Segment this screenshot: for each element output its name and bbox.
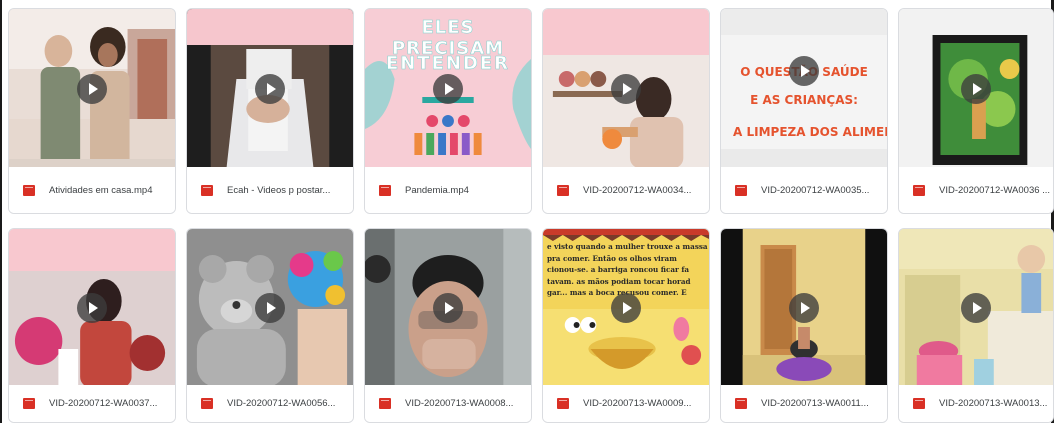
video-thumbnail <box>365 229 531 387</box>
file-card-wa0034[interactable]: VID-20200712-WA0034... <box>542 8 710 214</box>
file-card-wa0037[interactable]: VID-20200712-WA0037... <box>8 228 176 423</box>
play-icon[interactable] <box>611 293 641 323</box>
play-icon[interactable] <box>433 293 463 323</box>
file-name: VID-20200713-WA0011... <box>761 398 869 409</box>
video-file-icon <box>201 398 213 409</box>
file-meta: VID-20200712-WA0056... <box>187 385 353 422</box>
video-file-icon <box>379 398 391 409</box>
file-meta: VID-20200713-WA0013... <box>899 385 1053 422</box>
file-meta: VID-20200713-WA0008... <box>365 385 531 422</box>
video-file-icon <box>557 398 569 409</box>
play-icon[interactable] <box>611 73 641 104</box>
play-icon[interactable] <box>789 293 819 323</box>
file-name: Ecah - Videos p postar... <box>227 184 331 196</box>
file-name: VID-20200713-WA0009... <box>583 398 692 409</box>
video-file-icon <box>913 398 925 409</box>
video-thumbnail: O QUESTÃO SAÚDE E AS CRIANÇAS: A LIMPEZA… <box>721 9 887 168</box>
story-line: pra comer. Então os olhos viram <box>547 253 677 263</box>
file-name: Pandemia.mp4 <box>405 184 469 196</box>
file-meta: VID-20200712-WA0034... <box>543 167 709 213</box>
play-icon[interactable] <box>961 293 991 323</box>
file-meta: VID-20200713-WA0009... <box>543 385 709 422</box>
file-card-atividades[interactable]: Atividades em casa.mp4 <box>8 8 176 214</box>
video-thumbnail: ELES PRECISAM ENTENDER <box>365 9 531 168</box>
story-line: cionou-se. a barriga roncou ficar fa <box>547 265 690 274</box>
window-border-left <box>0 0 2 423</box>
file-meta: VID-20200712-WA0036 ... <box>899 167 1053 213</box>
file-card-wa0036[interactable]: VID-20200712-WA0036 ... <box>898 8 1054 214</box>
video-thumbnail <box>9 229 175 387</box>
file-meta: Pandemia.mp4 <box>365 167 531 213</box>
play-icon[interactable] <box>433 74 463 104</box>
video-file-icon <box>735 398 747 409</box>
story-line: tavam. as mãos podiam tocar horad <box>547 276 691 286</box>
file-meta: VID-20200713-WA0011... <box>721 385 887 422</box>
play-icon[interactable] <box>77 73 107 104</box>
video-thumbnail <box>187 9 353 168</box>
video-file-icon <box>913 184 925 196</box>
file-name: VID-20200713-WA0008... <box>405 398 514 409</box>
file-card-wa0035[interactable]: O QUESTÃO SAÚDE E AS CRIANÇAS: A LIMPEZA… <box>720 8 888 214</box>
file-meta: Ecah - Videos p postar... <box>187 167 353 213</box>
video-file-icon <box>23 398 35 409</box>
video-file-icon <box>735 184 747 196</box>
file-name: VID-20200712-WA0034... <box>583 184 692 196</box>
file-card-pandemia[interactable]: ELES PRECISAM ENTENDER Pandemia.mp4 <box>364 8 532 214</box>
play-icon[interactable] <box>77 293 107 323</box>
video-file-icon <box>23 184 35 196</box>
play-icon[interactable] <box>789 56 819 86</box>
video-thumbnail <box>899 229 1053 387</box>
file-card-wa0013[interactable]: VID-20200713-WA0013... <box>898 228 1054 423</box>
file-card-wa0056[interactable]: VID-20200712-WA0056... <box>186 228 354 423</box>
file-meta: VID-20200712-WA0035... <box>721 167 887 213</box>
file-card-ecah[interactable]: Ecah - Videos p postar... <box>186 8 354 214</box>
file-card-wa0011[interactable]: VID-20200713-WA0011... <box>720 228 888 423</box>
story-line: e visto quando a mulher trouxe a massa <box>547 242 708 251</box>
thumbnail-title-line2: ENTENDER <box>385 53 511 75</box>
file-name: VID-20200712-WA0035... <box>761 184 870 196</box>
file-name: Atividades em casa.mp4 <box>49 184 153 196</box>
file-meta: VID-20200712-WA0037... <box>9 385 175 422</box>
thumbnail-story-text: e visto quando a mulher trouxe a massa p… <box>547 241 709 299</box>
file-name: VID-20200712-WA0056... <box>227 398 336 409</box>
file-card-wa0008[interactable]: VID-20200713-WA0008... <box>364 228 532 423</box>
video-thumbnail <box>543 9 709 168</box>
play-icon[interactable] <box>255 293 285 323</box>
video-thumbnail: e visto quando a mulher trouxe a massa p… <box>543 229 709 387</box>
video-thumbnail <box>899 9 1053 168</box>
file-card-wa0009[interactable]: e visto quando a mulher trouxe a massa p… <box>542 228 710 423</box>
file-meta: Atividades em casa.mp4 <box>9 167 175 213</box>
file-grid: Atividades em casa.mp4 Ecah - Videos p p… <box>8 8 1054 423</box>
video-file-icon <box>557 184 569 196</box>
play-icon[interactable] <box>961 73 991 104</box>
file-name: VID-20200713-WA0013... <box>939 398 1048 409</box>
video-thumbnail <box>721 229 887 387</box>
file-name: VID-20200712-WA0036 ... <box>939 184 1051 196</box>
video-thumbnail <box>9 9 175 168</box>
thumbnail-text-line2: E AS CRIANÇAS: <box>750 93 858 107</box>
video-file-icon <box>201 184 213 196</box>
thumbnail-text-line3: A LIMPEZA DOS ALIMEN <box>733 125 887 139</box>
video-file-icon <box>379 184 391 196</box>
file-name: VID-20200712-WA0037... <box>49 398 158 409</box>
video-thumbnail <box>187 229 353 387</box>
play-icon[interactable] <box>255 73 285 104</box>
